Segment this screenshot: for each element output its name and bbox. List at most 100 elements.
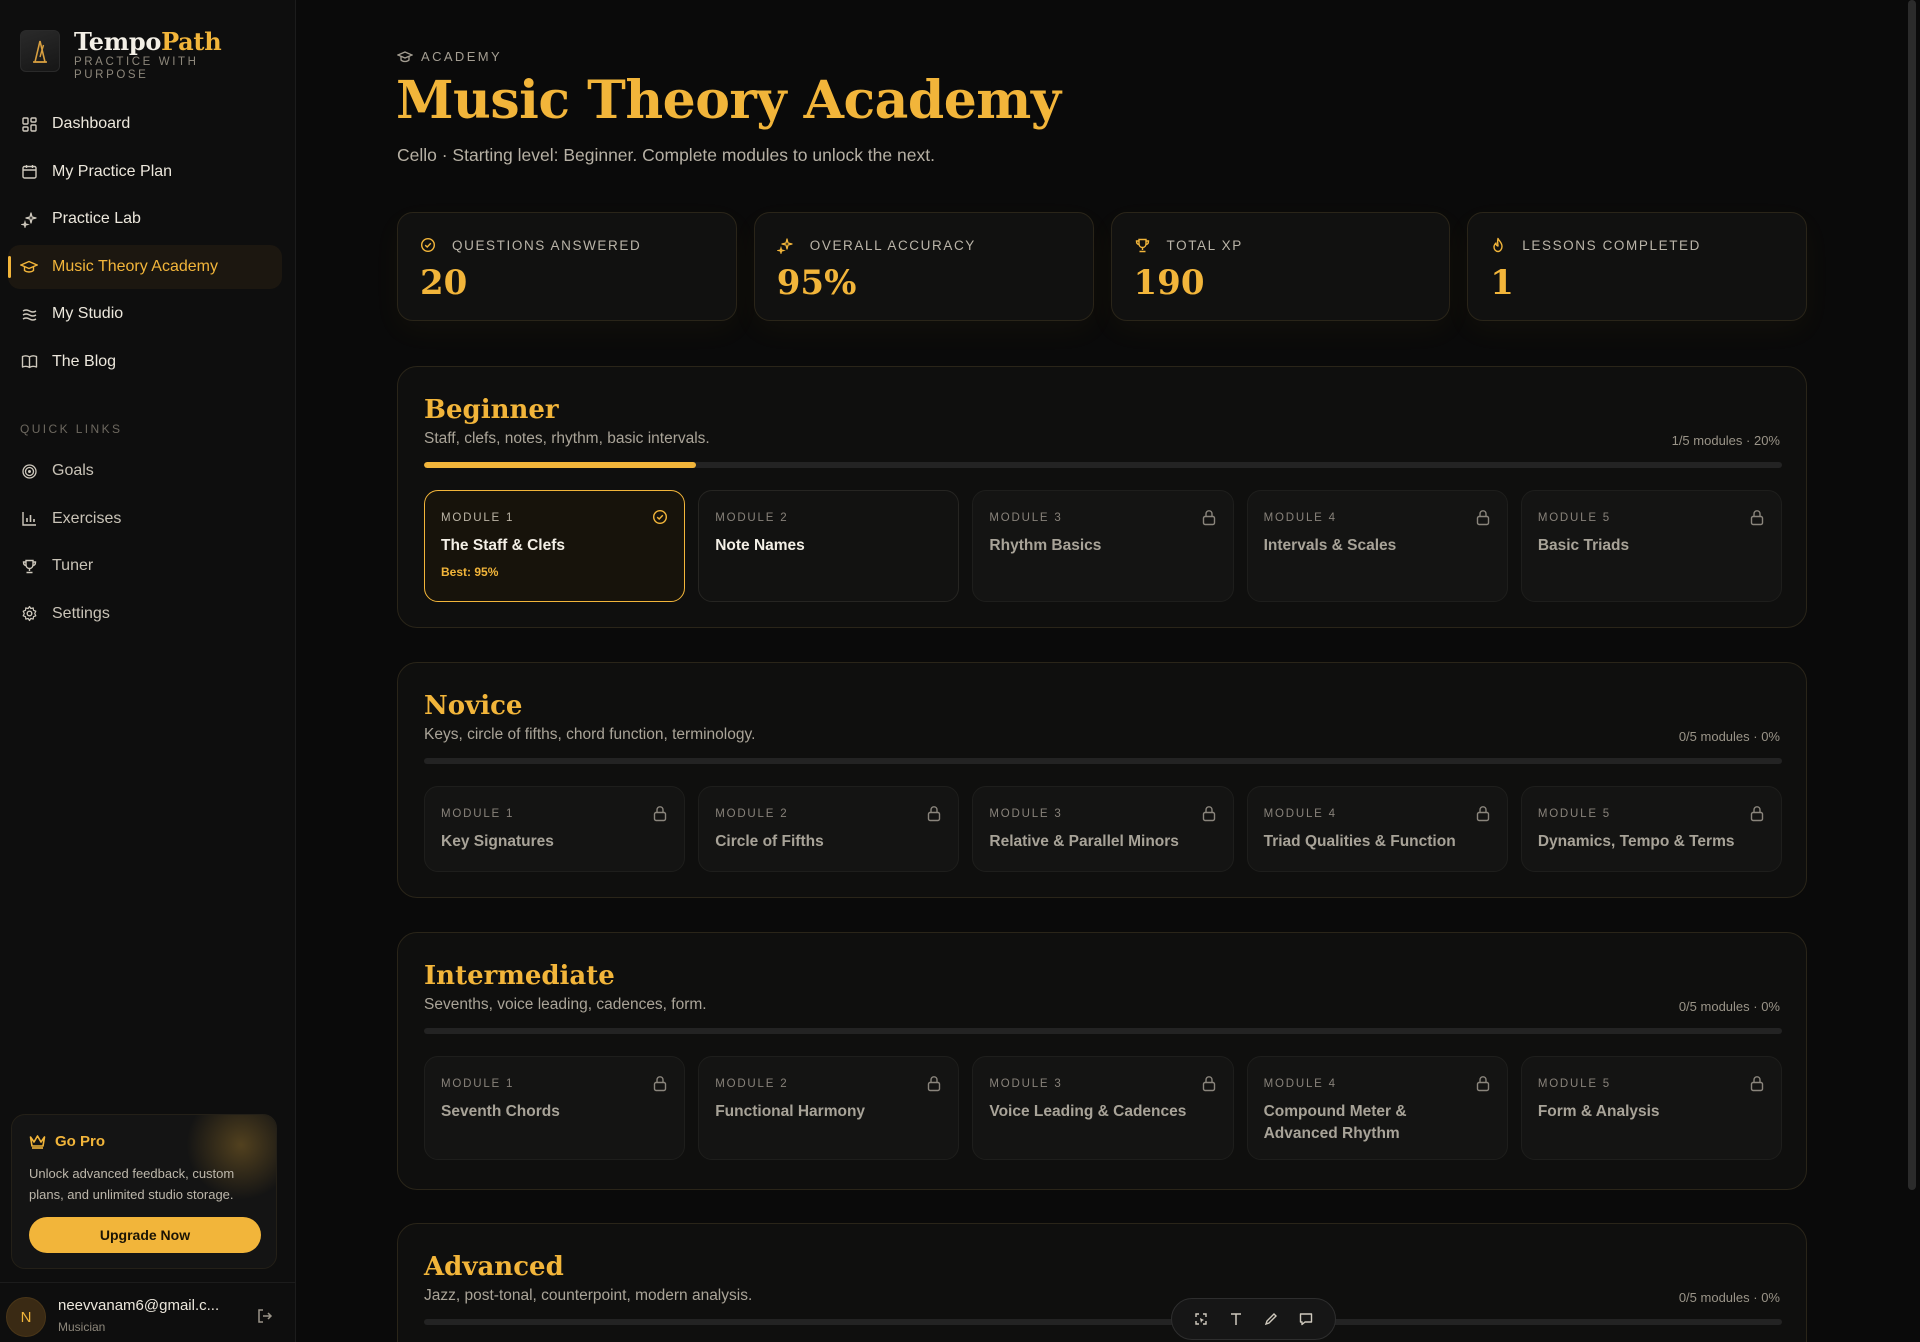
lock-icon xyxy=(1201,509,1217,531)
text-icon[interactable] xyxy=(1224,1307,1248,1331)
module-number: MODULE 5 xyxy=(1537,1078,1612,1090)
module-title: Dynamics, Tempo & Terms xyxy=(1537,833,1735,850)
sparkle-icon xyxy=(776,237,802,254)
lock-icon xyxy=(1201,1075,1217,1097)
level-description: Sevenths, voice leading, cadences, form. xyxy=(424,996,707,1013)
module-number: MODULE 2 xyxy=(715,512,789,524)
module-card: MODULE 2 Functional Harmony xyxy=(698,1056,960,1160)
module-number: MODULE 5 xyxy=(1537,808,1612,820)
stat-value: 95% xyxy=(776,263,857,303)
module-title: Seventh Chords xyxy=(441,1103,560,1120)
stat-label: LESSONS COMPLETED xyxy=(1490,237,1701,253)
module-card: MODULE 5 Form & Analysis xyxy=(1520,1056,1783,1160)
go-pro-text: Unlock advanced feedback, custom plans, … xyxy=(29,1166,235,1202)
dashboard-icon xyxy=(20,115,38,133)
module-card: MODULE 2 Circle of Fifths xyxy=(698,786,960,872)
sidebar-item-goals[interactable]: Goals xyxy=(8,449,282,493)
sidebar-item-exercises[interactable]: Exercises xyxy=(8,497,282,541)
lock-icon xyxy=(1749,1075,1765,1097)
lock-icon xyxy=(926,1075,942,1097)
sidebar-item-label: Goals xyxy=(52,462,94,479)
module-list: MODULE 1 Seventh Chords MODULE 2 Functional… xyxy=(424,1056,1783,1160)
go-pro-title: Go Pro xyxy=(29,1133,105,1150)
quick-links: Goals Exercises Tuner Settings xyxy=(8,449,282,639)
stat-value: 190 xyxy=(1133,263,1205,303)
sidebar-item-my-studio[interactable]: My Studio xyxy=(8,292,282,336)
comment-icon[interactable] xyxy=(1294,1307,1318,1331)
module-title: Triad Qualities & Function xyxy=(1263,833,1456,850)
lock-icon xyxy=(1749,805,1765,827)
level-progress-bar xyxy=(424,1028,1782,1034)
book-icon xyxy=(20,353,38,371)
module-number: MODULE 1 xyxy=(441,1078,515,1090)
sidebar-item-settings[interactable]: Settings xyxy=(8,592,282,636)
page-subtitle: Cello · Starting level: Beginner. Comple… xyxy=(397,145,935,165)
level-description: Jazz, post-tonal, counterpoint, modern a… xyxy=(424,1287,753,1304)
go-pro-card: Go Pro Unlock advanced feedback, custom … xyxy=(11,1114,277,1269)
check-circle-icon xyxy=(420,237,444,253)
module-number: MODULE 2 xyxy=(715,1078,789,1090)
stats-row: QUESTIONS ANSWERED 20 OVERALL ACCURACY 95% T… xyxy=(397,212,1807,321)
flame-icon xyxy=(1490,237,1514,253)
level-beginner: Beginner Staff, clefs, notes, rhythm, bas… xyxy=(397,366,1807,628)
lock-icon xyxy=(926,805,942,827)
lock-icon xyxy=(1749,509,1765,531)
brand[interactable]: TempoPath PRACTICE WITH PURPOSE xyxy=(20,30,224,82)
pen-icon[interactable] xyxy=(1259,1307,1283,1331)
sidebar-item-label: Dashboard xyxy=(52,115,131,132)
module-number: MODULE 1 xyxy=(441,512,515,524)
check-circle-icon xyxy=(652,509,668,530)
scrollbar[interactable] xyxy=(1908,0,1916,1190)
select-icon[interactable] xyxy=(1189,1307,1213,1331)
module-title: Form & Analysis xyxy=(1537,1103,1660,1120)
module-number: MODULE 3 xyxy=(989,512,1063,524)
user-profile[interactable]: N neevvanam6@gmail.c... Musician xyxy=(0,1282,296,1342)
lock-icon xyxy=(1475,1075,1491,1097)
graduation-cap-icon xyxy=(397,50,413,62)
main-nav: Dashboard My Practice Plan Practice Lab Mus… xyxy=(8,102,282,387)
sidebar-item-the-blog[interactable]: The Blog xyxy=(8,340,282,384)
trophy-icon xyxy=(1134,237,1159,254)
sidebar-item-practice-lab[interactable]: Practice Lab xyxy=(8,197,282,241)
upgrade-now-button[interactable]: Upgrade Now xyxy=(29,1217,261,1253)
module-title: Relative & Parallel Minors xyxy=(989,833,1179,850)
level-description: Staff, clefs, notes, rhythm, basic inter… xyxy=(424,430,710,447)
lock-icon xyxy=(1201,805,1217,827)
module-title: Intervals & Scales xyxy=(1263,537,1397,554)
module-list: MODULE 1 The Staff & Clefs Best: 95% MODULE… xyxy=(424,490,1783,602)
module-title: Circle of Fifths xyxy=(715,833,824,850)
module-card: MODULE 3 Voice Leading & Cadences xyxy=(972,1056,1234,1160)
bar-chart-icon xyxy=(20,510,38,528)
stat-label: TOTAL XP xyxy=(1134,237,1243,254)
sidebar-item-label: The Blog xyxy=(52,352,117,370)
target-icon xyxy=(20,462,38,480)
sidebar-item-dashboard[interactable]: Dashboard xyxy=(8,102,282,146)
level-progress-text: 1/5 modules · 20% xyxy=(1671,433,1780,448)
module-card[interactable]: MODULE 1 The Staff & Clefs Best: 95% xyxy=(424,490,686,602)
module-card: MODULE 5 Dynamics, Tempo & Terms xyxy=(1520,786,1783,872)
gear-icon xyxy=(20,605,38,623)
module-card: MODULE 1 Key Signatures xyxy=(424,786,686,872)
sidebar-item-label: My Studio xyxy=(52,305,124,322)
lock-icon xyxy=(652,805,668,827)
sidebar-item-music-theory-academy[interactable]: Music Theory Academy xyxy=(8,244,282,289)
module-card: MODULE 5 Basic Triads xyxy=(1520,490,1783,602)
annotation-toolbar xyxy=(1171,1298,1336,1340)
module-number: MODULE 5 xyxy=(1537,512,1612,524)
stat-label: OVERALL ACCURACY xyxy=(776,237,976,254)
level-progress-text: 0/5 modules · 0% xyxy=(1678,1290,1780,1305)
sidebar-item-my-practice-plan[interactable]: My Practice Plan xyxy=(8,150,282,194)
logout-icon[interactable] xyxy=(256,1307,274,1330)
module-number: MODULE 1 xyxy=(441,808,515,820)
level-progress-bar xyxy=(424,758,1782,764)
graduation-cap-icon xyxy=(20,258,38,276)
module-title: Functional Harmony xyxy=(715,1103,866,1120)
module-number: MODULE 3 xyxy=(989,1078,1063,1090)
avatar[interactable]: N xyxy=(6,1297,46,1337)
module-card[interactable]: MODULE 2 Note Names xyxy=(698,490,960,602)
level-progress-bar xyxy=(424,1319,1782,1325)
level-title: Beginner xyxy=(424,395,559,425)
sidebar-item-tuner[interactable]: Tuner xyxy=(8,544,282,588)
sidebar-item-label: Exercises xyxy=(52,509,122,527)
module-number: MODULE 2 xyxy=(715,808,789,820)
